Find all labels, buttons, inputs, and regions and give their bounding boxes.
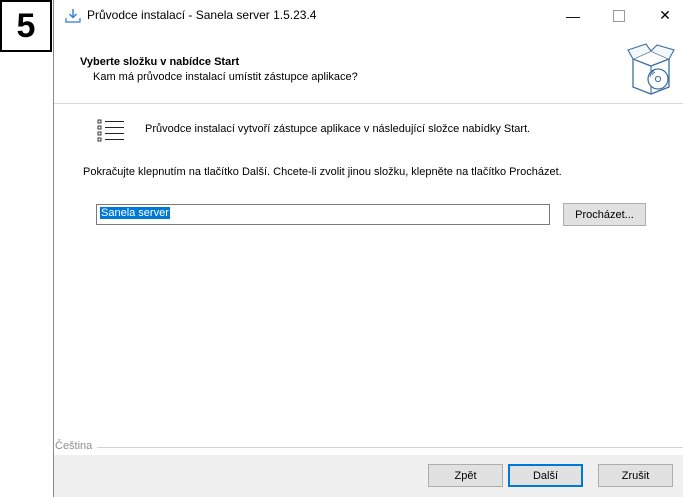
wizard-content: Průvodce instalací vytvoří zástupce apli…: [54, 104, 683, 434]
next-button[interactable]: Další: [508, 464, 583, 487]
instruction-text: Pokračujte klepnutím na tlačítko Další. …: [83, 166, 562, 178]
browse-button[interactable]: Procházet...: [563, 203, 646, 226]
close-icon: ✕: [659, 7, 671, 23]
page-title: Vyberte složku v nabídce Start: [80, 56, 240, 68]
list-icon: [97, 119, 124, 142]
title-bar[interactable]: Průvodce instalací - Sanela server 1.5.2…: [54, 0, 683, 31]
minimize-icon: —: [566, 7, 580, 24]
setup-box-icon: [627, 43, 675, 95]
installer-window: Průvodce instalací - Sanela server 1.5.2…: [53, 0, 683, 497]
step-badge: 5: [0, 0, 52, 52]
maximize-button[interactable]: [596, 0, 642, 31]
installer-icon: [65, 9, 81, 23]
window-title: Průvodce instalací - Sanela server 1.5.2…: [87, 8, 317, 22]
folder-input-value: Sanela server: [100, 207, 170, 219]
cancel-button[interactable]: Zrušit: [598, 464, 673, 487]
close-button[interactable]: ✕: [642, 0, 683, 31]
wizard-header: Vyberte složku v nabídce Start Kam má pr…: [54, 31, 683, 104]
divider: [97, 447, 683, 448]
wizard-footer: Zpět Další Zrušit: [54, 455, 683, 497]
start-menu-folder-input[interactable]: Sanela server: [96, 204, 550, 225]
language-row: Čeština: [54, 440, 683, 454]
maximize-icon: [613, 9, 625, 22]
back-button[interactable]: Zpět: [428, 464, 503, 487]
intro-text: Průvodce instalací vytvoří zástupce apli…: [145, 123, 531, 135]
language-label: Čeština: [55, 440, 93, 452]
minimize-button[interactable]: —: [550, 0, 596, 31]
page-subtitle: Kam má průvodce instalací umístit zástup…: [93, 71, 358, 83]
